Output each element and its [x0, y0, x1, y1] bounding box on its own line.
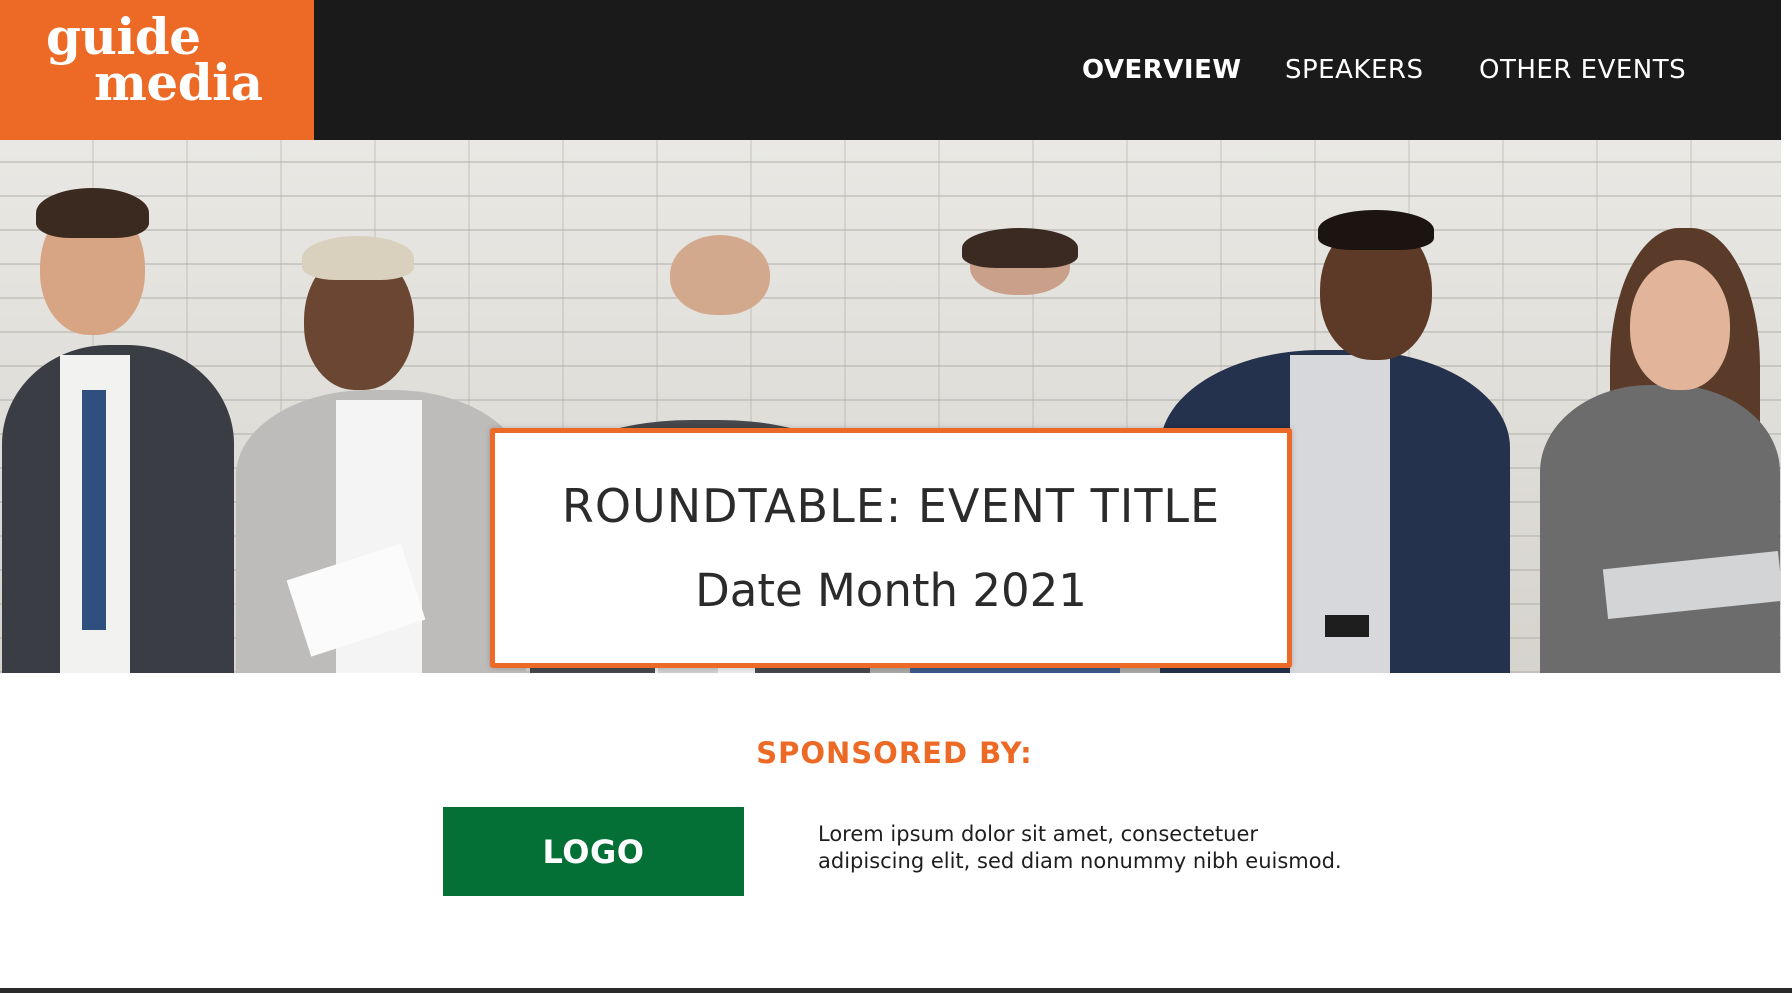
event-title-card: ROUNDTABLE: EVENT TITLE Date Month 2021	[490, 428, 1292, 668]
sponsor-description: Lorem ipsum dolor sit amet, consectetuer…	[818, 821, 1378, 875]
sponsor-logo[interactable]: LOGO	[443, 807, 744, 896]
sponsor-description-line-1: Lorem ipsum dolor sit amet, consectetuer	[818, 822, 1258, 846]
logo-line-media: media	[94, 53, 263, 112]
nav-other-events[interactable]: OTHER EVENTS	[1479, 50, 1686, 90]
event-date: Date Month 2021	[695, 564, 1087, 617]
person-1-figure	[0, 140, 240, 673]
site-header: guide media OVERVIEW SPEAKERS OTHER EVEN…	[0, 0, 1781, 140]
person-2-figure	[236, 140, 526, 673]
sponsored-by-heading: SPONSORED BY:	[756, 736, 1033, 770]
person-6-figure	[1510, 140, 1781, 673]
event-title: ROUNDTABLE: EVENT TITLE	[561, 479, 1221, 533]
logo-wordmark: guide media	[46, 12, 263, 112]
sponsor-logo-label: LOGO	[542, 832, 645, 871]
window-right-edge	[1781, 0, 1792, 993]
event-page: guide media OVERVIEW SPEAKERS OTHER EVEN…	[0, 0, 1781, 988]
nav-overview[interactable]: OVERVIEW	[1082, 50, 1242, 90]
window-bottom-border	[0, 988, 1792, 993]
sponsor-description-line-2: adipiscing elit, sed diam nonummy nibh e…	[818, 849, 1342, 873]
nav-speakers[interactable]: SPEAKERS	[1285, 50, 1423, 90]
hero-banner-image: ROUNDTABLE: EVENT TITLE Date Month 2021	[0, 140, 1781, 673]
guide-media-logo[interactable]: guide media	[0, 0, 314, 140]
